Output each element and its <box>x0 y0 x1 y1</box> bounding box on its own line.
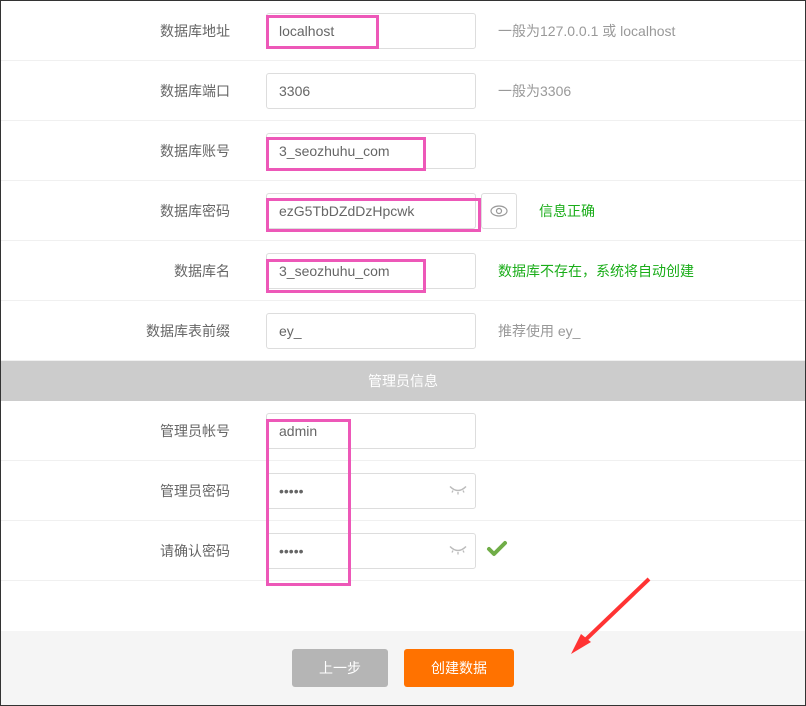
row-db-name: 数据库名 数据库不存在，系统将自动创建 <box>1 241 805 301</box>
label-db-name: 数据库名 <box>1 261 266 281</box>
section-admin-header: 管理员信息 <box>1 361 805 401</box>
input-db-password[interactable] <box>266 193 476 229</box>
label-db-password: 数据库密码 <box>1 201 266 221</box>
label-db-account: 数据库账号 <box>1 141 266 161</box>
label-db-prefix: 数据库表前缀 <box>1 321 266 341</box>
row-db-password: 数据库密码 信息正确 <box>1 181 805 241</box>
row-admin-account: 管理员帐号 <box>1 401 805 461</box>
label-db-port: 数据库端口 <box>1 81 266 101</box>
eye-icon <box>490 205 508 217</box>
create-button[interactable]: 创建数据 <box>404 649 514 687</box>
input-db-name[interactable] <box>266 253 476 289</box>
prev-button[interactable]: 上一步 <box>292 649 388 687</box>
footer-actions: 上一步 创建数据 <box>1 631 805 705</box>
row-db-port: 数据库端口 一般为3306 <box>1 61 805 121</box>
label-admin-account: 管理员帐号 <box>1 421 266 441</box>
toggle-password-visibility[interactable] <box>481 193 517 229</box>
row-db-account: 数据库账号 <box>1 121 805 181</box>
hint-db-port: 一般为3306 <box>498 81 571 101</box>
input-admin-account[interactable] <box>266 413 476 449</box>
input-db-port[interactable] <box>266 73 476 109</box>
hint-db-password: 信息正确 <box>539 201 595 221</box>
input-db-prefix[interactable] <box>266 313 476 349</box>
hint-db-prefix: 推荐使用 ey_ <box>498 321 580 341</box>
hint-db-name: 数据库不存在，系统将自动创建 <box>498 261 694 281</box>
label-db-address: 数据库地址 <box>1 21 266 41</box>
row-admin-password: 管理员密码 <box>1 461 805 521</box>
label-admin-confirm: 请确认密码 <box>1 541 266 561</box>
check-icon <box>486 538 508 563</box>
row-db-prefix: 数据库表前缀 推荐使用 ey_ <box>1 301 805 361</box>
input-db-account[interactable] <box>266 133 476 169</box>
input-admin-password[interactable] <box>266 473 476 509</box>
input-admin-confirm[interactable] <box>266 533 476 569</box>
label-admin-password: 管理员密码 <box>1 481 266 501</box>
row-admin-confirm: 请确认密码 <box>1 521 805 581</box>
input-db-address[interactable] <box>266 13 476 49</box>
hint-db-address: 一般为127.0.0.1 或 localhost <box>498 21 675 41</box>
row-db-address: 数据库地址 一般为127.0.0.1 或 localhost <box>1 1 805 61</box>
